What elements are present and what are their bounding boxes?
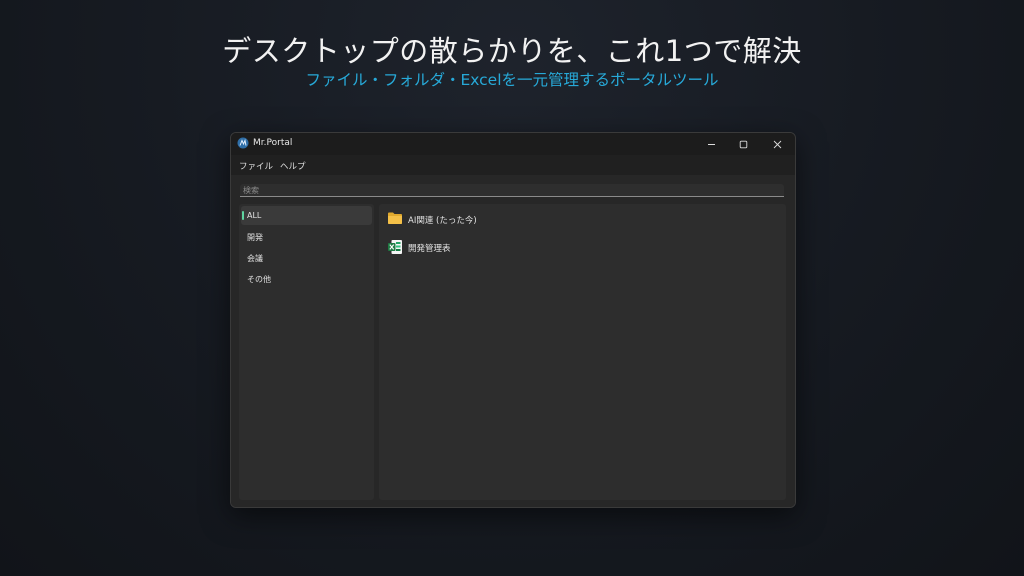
category-sidebar: ALL 開発 会議 その他	[239, 204, 374, 500]
close-button[interactable]	[761, 133, 793, 155]
app-logo-icon	[237, 137, 249, 149]
category-item-dev[interactable]: 開発	[241, 227, 372, 246]
window-title: Mr.Portal	[253, 138, 293, 148]
folder-icon	[388, 212, 402, 224]
category-label: その他	[247, 275, 271, 284]
excel-icon	[388, 240, 402, 254]
maximize-icon	[739, 140, 747, 148]
menu-file[interactable]: ファイル	[239, 160, 273, 172]
category-label: ALL	[247, 211, 262, 220]
category-item-all[interactable]: ALL	[241, 206, 372, 225]
item-label: 開発管理表	[408, 244, 451, 254]
maximize-button[interactable]	[727, 133, 759, 155]
search-input[interactable]	[240, 184, 784, 197]
category-label: 会議	[247, 254, 263, 263]
menu-help[interactable]: ヘルプ	[280, 160, 306, 172]
list-item-folder[interactable]: AI関連 (たった今)	[385, 209, 585, 229]
list-item-excel[interactable]: 開発管理表	[385, 237, 585, 257]
app-window: Mr.Portal ファイル ヘルプ ALL	[230, 132, 796, 508]
item-list-panel: AI関連 (たった今) 開発管理表	[379, 204, 786, 500]
close-icon	[773, 140, 781, 148]
category-label: 開発	[247, 233, 263, 242]
minimize-icon	[707, 143, 715, 145]
category-item-meeting[interactable]: 会議	[241, 248, 372, 267]
content-area: ALL 開発 会議 その他 AI関連 (たった今)	[231, 175, 795, 507]
menu-bar: ファイル ヘルプ	[231, 155, 795, 175]
selected-indicator	[242, 211, 244, 220]
hero-title: デスクトップの散らかりを、これ1つで解決	[222, 34, 802, 68]
hero-subtitle: ファイル・フォルダ・Excelを一元管理するポータルツール	[305, 71, 719, 89]
item-label: AI関連 (たった今)	[408, 216, 477, 226]
title-bar[interactable]: Mr.Portal	[231, 133, 795, 155]
category-item-other[interactable]: その他	[241, 269, 372, 288]
minimize-button[interactable]	[695, 133, 727, 155]
